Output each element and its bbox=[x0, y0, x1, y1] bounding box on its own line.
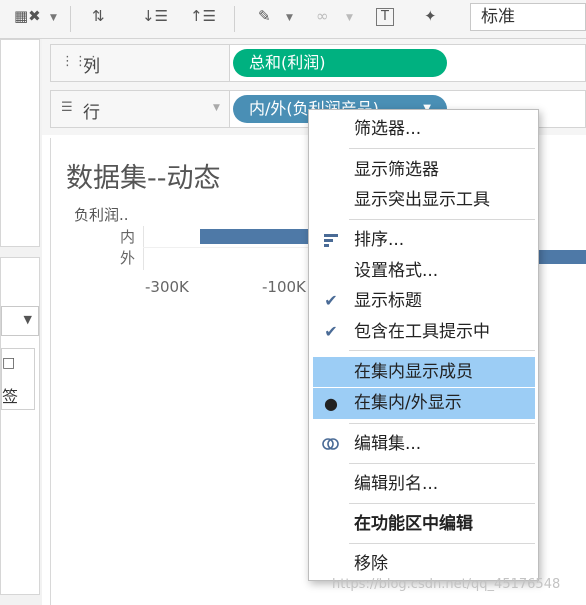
paperclip-icon[interactable]: ∞ bbox=[316, 6, 329, 26]
show-me-icon[interactable]: ▦✖ bbox=[14, 6, 41, 26]
x-tick-label: -100K bbox=[262, 278, 306, 296]
fit-select[interactable]: 标准 bbox=[470, 3, 586, 31]
sort-ascending-icon[interactable]: ↓☰ bbox=[142, 6, 168, 26]
menu-item-label: 编辑别名... bbox=[354, 474, 439, 494]
menu-item-edit-set[interactable]: 编辑集... bbox=[313, 430, 535, 458]
menu-item-show-highlighter[interactable]: 显示突出显示工具 bbox=[313, 186, 535, 214]
menu-item-label: 设置格式... bbox=[354, 261, 439, 281]
label-icon: □ bbox=[2, 355, 16, 371]
menu-item-filter[interactable]: 筛选器... bbox=[313, 115, 535, 143]
bullet-icon: ● bbox=[324, 394, 338, 413]
sort-descending-icon[interactable]: ↑☰ bbox=[190, 6, 216, 26]
swap-icon[interactable]: ⇅ bbox=[92, 6, 105, 26]
row-field-header[interactable]: 负利润.. bbox=[74, 204, 129, 225]
pill-context-menu: 筛选器... 显示筛选器 显示突出显示工具 排序... 设置格式... ✔ 显示… bbox=[308, 109, 539, 581]
label-mark-button[interactable]: □ 签 bbox=[1, 348, 35, 410]
menu-item-label: 移除 bbox=[354, 554, 388, 574]
sum-profit-pill[interactable]: 总和(利润) bbox=[233, 49, 447, 77]
row-value-in: 内 bbox=[120, 228, 136, 246]
chevron-down-icon: ▼ bbox=[23, 313, 32, 326]
checkmark-icon: ✔ bbox=[324, 322, 338, 341]
menu-item-remove[interactable]: 移除 bbox=[313, 550, 535, 578]
rows-label: 行 bbox=[83, 103, 100, 123]
axis-line bbox=[143, 226, 144, 270]
menu-item-label: 编辑集... bbox=[354, 434, 422, 454]
menu-separator bbox=[349, 350, 535, 351]
left-pane: ▼ □ 签 bbox=[0, 39, 42, 605]
toolbar-divider bbox=[70, 6, 71, 32]
menu-separator bbox=[349, 503, 535, 504]
bar-in[interactable] bbox=[200, 229, 320, 244]
menu-item-show-filter[interactable]: 显示筛选器 bbox=[313, 156, 535, 184]
menu-separator bbox=[349, 219, 535, 220]
fit-select-value: 标准 bbox=[481, 7, 515, 27]
rows-icon: ☰ bbox=[61, 100, 73, 115]
row-value-out: 外 bbox=[120, 249, 136, 267]
menu-item-label: 显示突出显示工具 bbox=[354, 190, 490, 210]
menu-item-label: 显示标题 bbox=[354, 291, 422, 311]
menu-item-label: 显示筛选器 bbox=[354, 160, 439, 180]
menu-item-label: 在功能区中编辑 bbox=[354, 514, 473, 534]
label-mark-text: 签 bbox=[2, 387, 19, 406]
menu-item-sort[interactable]: 排序... bbox=[313, 226, 535, 254]
dropdown-arrow-icon[interactable]: ▼ bbox=[346, 8, 353, 28]
set-icon bbox=[319, 430, 343, 458]
sort-icon bbox=[319, 226, 343, 254]
sheet-title: 数据集--动态 bbox=[66, 163, 221, 194]
toolbar: ▦✖ ▼ ⇅ ↓☰ ↑☰ ✎ ▼ ∞ ▼ T ✦ 标准 bbox=[0, 0, 586, 39]
menu-separator bbox=[349, 148, 535, 149]
columns-shelf[interactable]: ⋮⋮⋮ 列 总和(利润) bbox=[50, 44, 586, 82]
marks-card: ▼ □ 签 bbox=[0, 257, 40, 595]
menu-item-label: 包含在工具提示中 bbox=[354, 322, 490, 342]
toolbar-divider bbox=[234, 6, 235, 32]
checkmark-icon: ✔ bbox=[324, 291, 338, 310]
x-tick-label: -300K bbox=[145, 278, 189, 296]
menu-item-include-in-tooltip[interactable]: ✔ 包含在工具提示中 bbox=[313, 318, 535, 346]
menu-item-edit-in-shelf[interactable]: 在功能区中编辑 bbox=[313, 510, 535, 538]
sum-profit-pill-text: 总和(利润) bbox=[249, 53, 326, 72]
menu-item-show-header[interactable]: ✔ 显示标题 bbox=[313, 287, 535, 315]
menu-item-show-in-out-set[interactable]: ● 在集内/外显示 bbox=[313, 388, 535, 419]
menu-item-format[interactable]: 设置格式... bbox=[313, 257, 535, 285]
menu-item-show-members-in-set[interactable]: 在集内显示成员 bbox=[313, 357, 535, 387]
menu-separator bbox=[349, 463, 535, 464]
rows-shelf-label: ☰ 行 ▼ bbox=[51, 91, 230, 127]
columns-label: 列 bbox=[83, 57, 100, 77]
menu-separator bbox=[349, 543, 535, 544]
menu-item-label: 排序... bbox=[354, 230, 405, 250]
dropdown-arrow-icon[interactable]: ▼ bbox=[50, 8, 57, 28]
columns-shelf-label: ⋮⋮⋮ 列 bbox=[51, 45, 230, 81]
bar-out[interactable] bbox=[539, 250, 586, 264]
mark-type-select[interactable]: ▼ bbox=[1, 306, 39, 336]
text-label-icon[interactable]: T bbox=[376, 8, 394, 26]
watermark-text: https://blog.csdn.net/qq_45176548 bbox=[332, 577, 561, 592]
menu-item-label: 在集内/外显示 bbox=[354, 393, 462, 413]
highlight-pen-icon[interactable]: ✎ bbox=[258, 6, 271, 26]
menu-item-label: 筛选器... bbox=[354, 119, 422, 139]
pin-icon[interactable]: ✦ bbox=[424, 6, 437, 26]
menu-item-edit-aliases[interactable]: 编辑别名... bbox=[313, 470, 535, 498]
menu-separator bbox=[349, 423, 535, 424]
menu-item-label: 在集内显示成员 bbox=[354, 362, 473, 382]
dropdown-arrow-icon[interactable]: ▼ bbox=[286, 8, 293, 28]
data-pane-card bbox=[0, 39, 40, 247]
chevron-down-icon[interactable]: ▼ bbox=[213, 103, 220, 113]
